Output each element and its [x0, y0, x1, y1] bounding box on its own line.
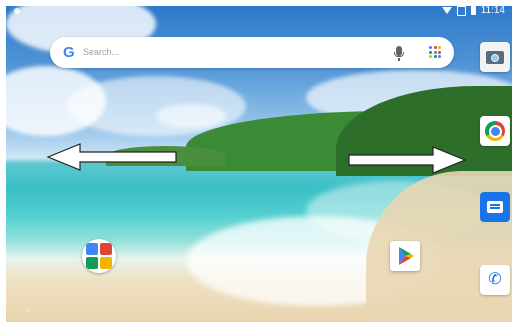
phone-app-icon[interactable]: ✆: [480, 265, 510, 295]
phone-handset-icon: ✆: [488, 271, 502, 288]
cloud: [156, 104, 226, 128]
android-home-screen: 11:14 G Search... ✆ ⌃: [0, 0, 513, 323]
apps-grid-icon[interactable]: [429, 46, 441, 58]
battery-icon: [470, 4, 476, 15]
microphone-icon[interactable]: [394, 46, 404, 57]
sim-icon: [456, 5, 466, 16]
folder-mini-app: [86, 243, 98, 255]
folder-mini-app: [86, 257, 98, 269]
google-logo-icon: G: [63, 44, 75, 61]
messages-app-icon[interactable]: [480, 192, 510, 222]
search-placeholder: Search...: [83, 47, 120, 57]
microphone-stand: [398, 58, 400, 61]
wifi-icon: [441, 7, 452, 14]
chrome-logo-icon: [485, 121, 505, 141]
app-folder-icon[interactable]: [82, 239, 116, 273]
app-drawer-chevron-icon[interactable]: ⌃: [24, 308, 32, 319]
play-store-logo-icon: [399, 247, 414, 265]
notification-dot: [14, 8, 20, 14]
status-icons: 11:14: [441, 4, 505, 16]
camera-app-icon[interactable]: [480, 42, 510, 72]
right-arrow-icon: [348, 146, 467, 174]
folder-mini-app: [100, 257, 112, 269]
chrome-app-icon[interactable]: [480, 116, 510, 146]
status-time: 11:14: [480, 5, 505, 16]
message-bubble-icon: [487, 201, 503, 213]
play-store-app-icon[interactable]: [390, 241, 420, 271]
status-bar: 11:14: [0, 0, 513, 22]
google-search-bar[interactable]: G Search...: [50, 37, 454, 68]
folder-mini-app: [100, 243, 112, 255]
left-arrow-icon: [46, 143, 177, 171]
camera-icon: [486, 50, 504, 64]
